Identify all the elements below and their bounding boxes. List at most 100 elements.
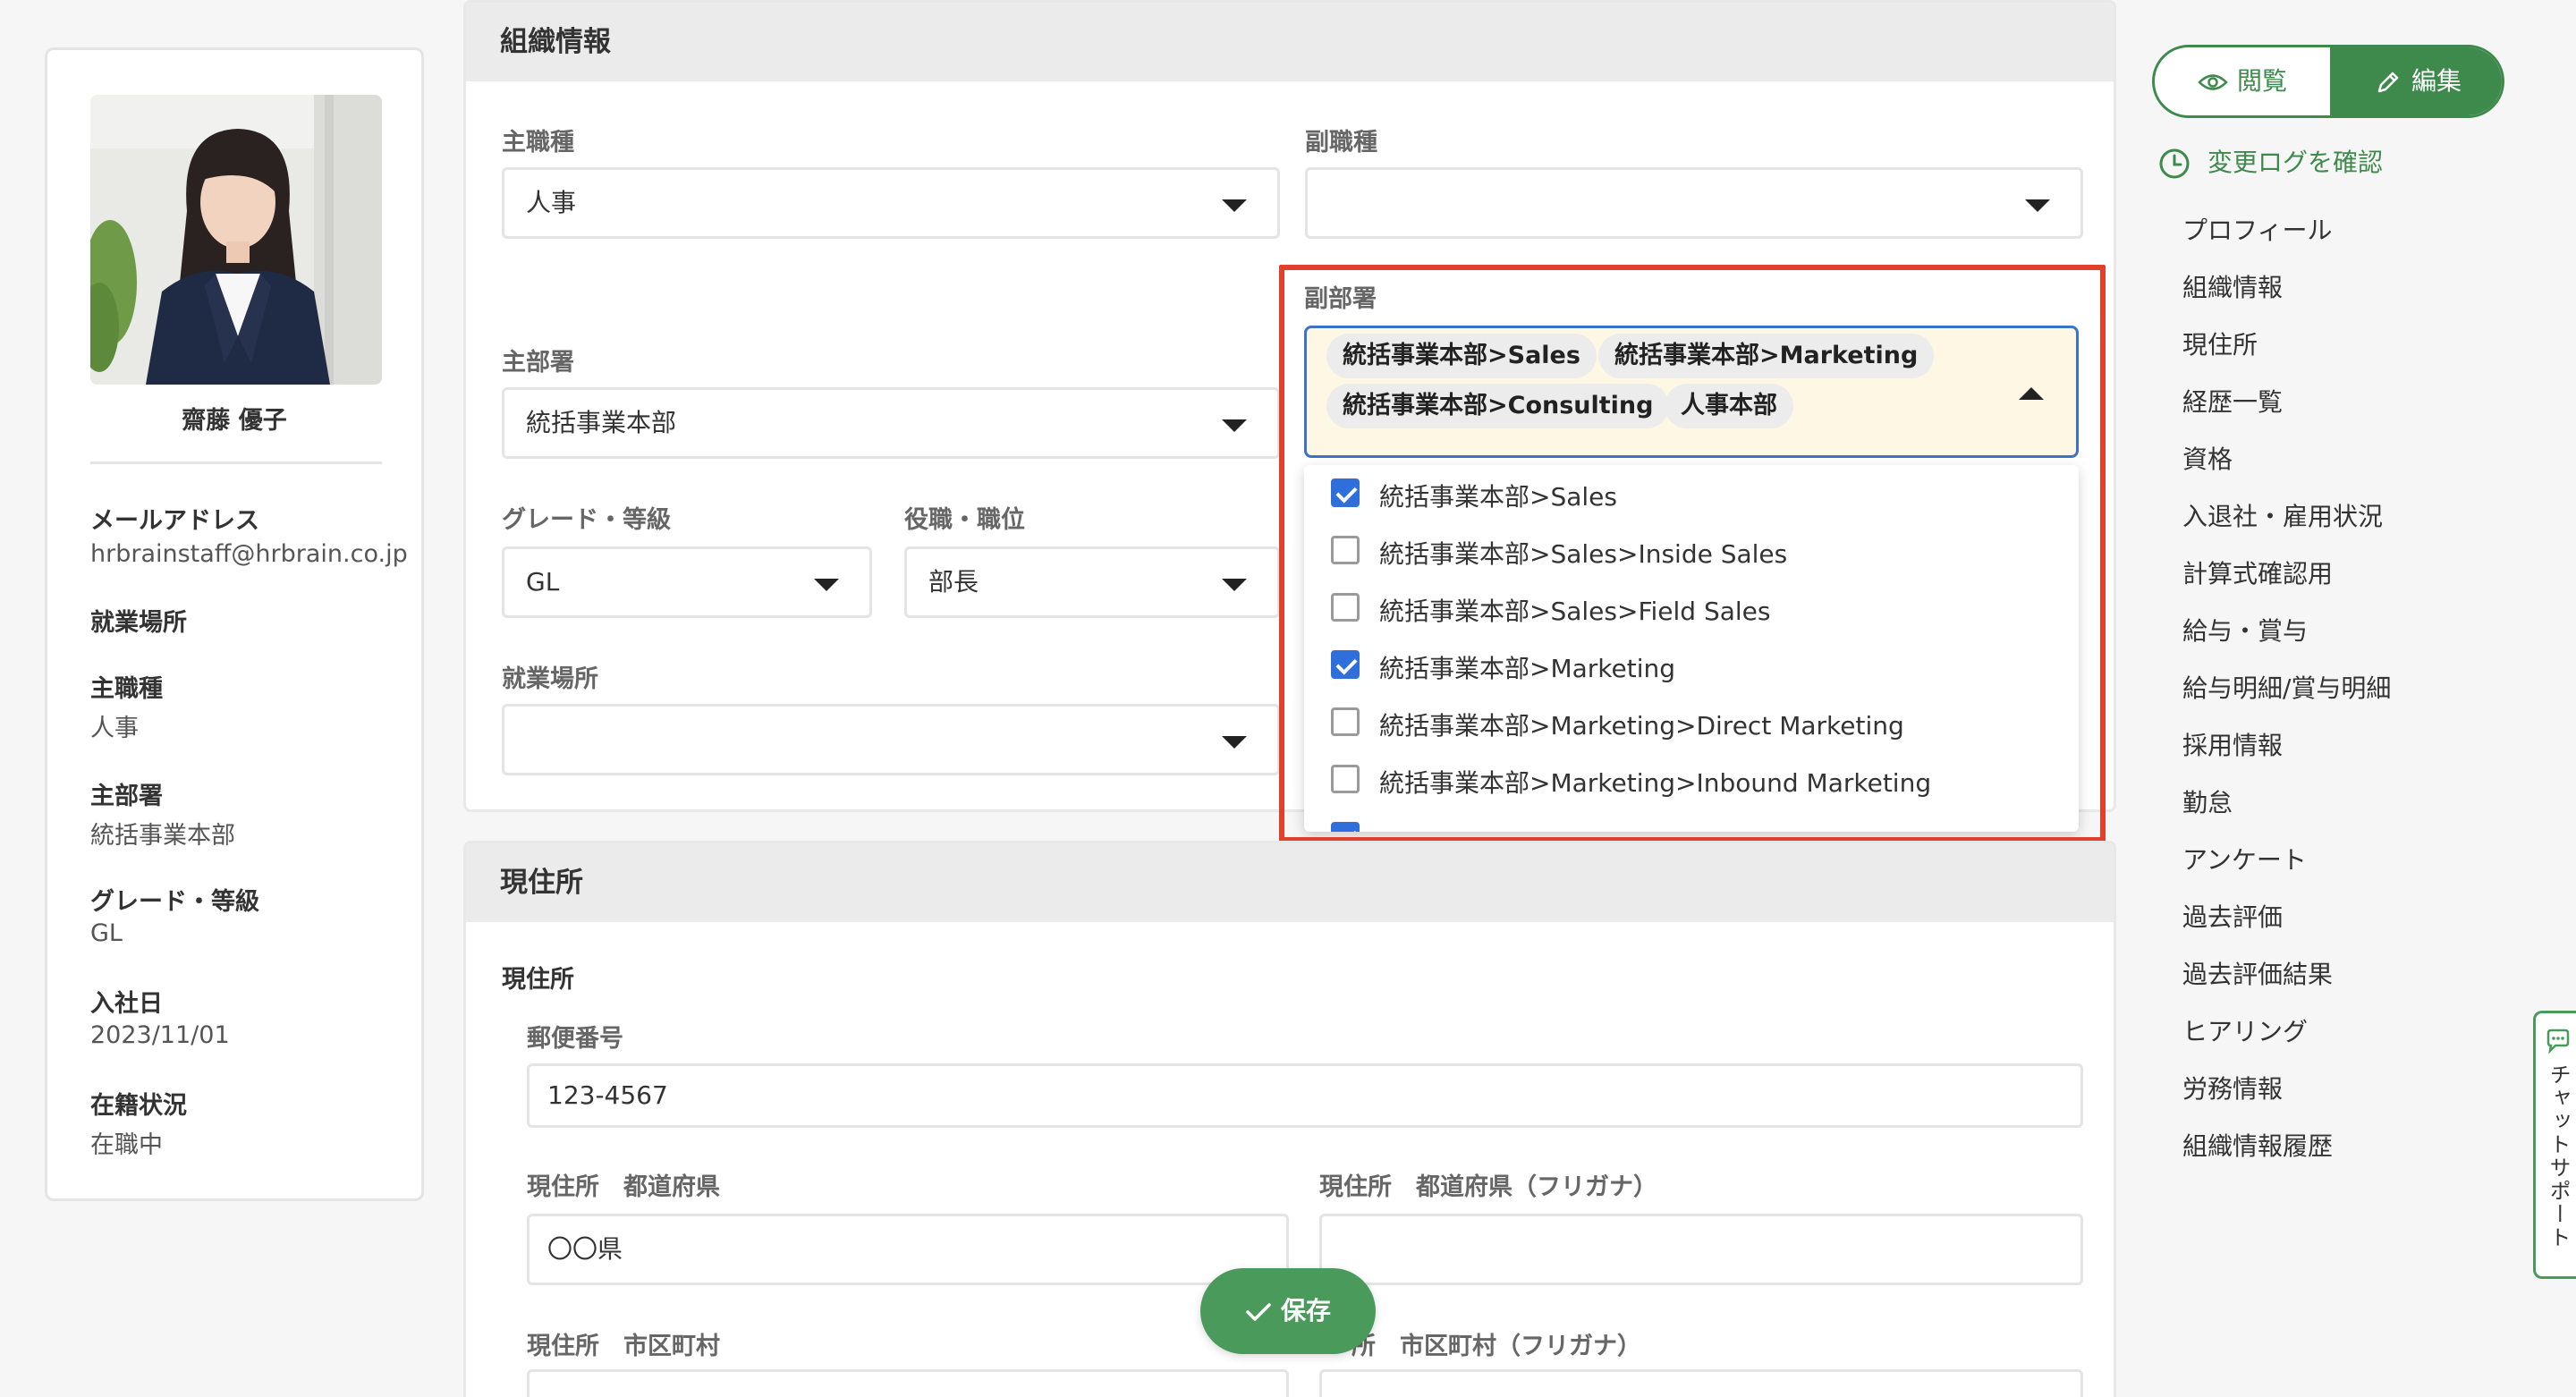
- email-label: メールアドレス: [90, 507, 259, 535]
- dropdown-option[interactable]: 統括事業本部>Sales>Inside Sales: [1304, 522, 2079, 580]
- main-job-select[interactable]: 人事: [502, 167, 1280, 239]
- grade-select[interactable]: GL: [502, 546, 872, 618]
- main-job-label: 主職種: [502, 129, 574, 157]
- changelog-link[interactable]: 変更ログを確認: [2157, 143, 2383, 181]
- checkbox-checked[interactable]: [1331, 822, 1360, 832]
- main-dept-label: 主部署: [502, 349, 574, 377]
- workplace-label: 就業場所: [502, 665, 598, 693]
- dropdown-option[interactable]: 統括事業本部>Marketing: [1304, 637, 2079, 694]
- sub-job-select[interactable]: [1305, 167, 2083, 239]
- pref-kana-input[interactable]: [1319, 1214, 2083, 1285]
- section-title: 現住所: [466, 843, 2114, 922]
- chip-sub-dept[interactable]: 統括事業本部>Marketing: [1598, 334, 1935, 378]
- nav-item-address[interactable]: 現住所: [2182, 326, 2258, 361]
- edit-button[interactable]: 編集: [2330, 47, 2502, 115]
- checkbox-checked[interactable]: [1331, 650, 1360, 679]
- nav-item-org-info[interactable]: 組織情報: [2182, 268, 2283, 304]
- nav-item-attendance[interactable]: 勤怠: [2182, 783, 2233, 819]
- nav-item-formula[interactable]: 計算式確認用: [2182, 555, 2333, 590]
- email-value: hrbrainstaff@hrbrain.co.jp: [90, 540, 408, 568]
- chevron-up-icon[interactable]: [2019, 387, 2044, 400]
- hire-date-value: 2023/11/01: [90, 1021, 230, 1049]
- clock-icon: [2159, 148, 2190, 179]
- section-title: 組織情報: [466, 3, 2114, 81]
- chat-support-tab[interactable]: チャットサポート: [2533, 1011, 2576, 1279]
- nav-item-profile[interactable]: プロフィール: [2182, 211, 2332, 247]
- pref-label: 現住所 都道府県: [527, 1173, 720, 1201]
- position-select[interactable]: 部長: [904, 546, 1280, 618]
- sub-dept-dropdown: 統括事業本部>Sales 統括事業本部>Sales>Inside Sales 統…: [1304, 465, 2079, 832]
- dropdown-option[interactable]: [1304, 809, 2079, 832]
- main-dept-select[interactable]: 統括事業本部: [502, 387, 1280, 459]
- grade-value: GL: [90, 919, 123, 947]
- option-label: 統括事業本部>Sales: [1379, 482, 1617, 512]
- workplace-select[interactable]: [502, 704, 1280, 775]
- chevron-down-icon: [1222, 579, 1247, 591]
- main-job-value: 人事: [526, 188, 577, 217]
- view-button[interactable]: 閲覧: [2155, 47, 2330, 115]
- main-dept-value: 統括事業本部: [90, 822, 235, 850]
- chevron-down-icon: [1222, 199, 1247, 212]
- nav-item-salary[interactable]: 給与・賞与: [2182, 612, 2308, 648]
- pref-kana-label: 現住所 都道府県（フリガナ）: [1319, 1173, 1657, 1201]
- nav-item-labor[interactable]: 労務情報: [2182, 1070, 2283, 1105]
- checkbox[interactable]: [1331, 707, 1360, 736]
- nav-item-survey[interactable]: アンケート: [2182, 841, 2307, 876]
- nav-item-employment[interactable]: 入退社・雇用状況: [2182, 497, 2383, 533]
- hire-date-label: 入社日: [90, 990, 163, 1018]
- pref-value: 〇〇県: [547, 1234, 623, 1264]
- postal-value: 123-4567: [547, 1080, 668, 1110]
- city-input[interactable]: [527, 1369, 1289, 1397]
- nav-item-career[interactable]: 経歴一覧: [2182, 383, 2283, 419]
- checkbox-checked[interactable]: [1331, 478, 1360, 507]
- option-label: 統括事業本部>Sales>Field Sales: [1379, 597, 1771, 626]
- sub-job-label: 副職種: [1305, 129, 1377, 157]
- dropdown-option[interactable]: 統括事業本部>Sales>Field Sales: [1304, 580, 2079, 637]
- nav-item-payslip[interactable]: 給与明細/賞与明細: [2182, 669, 2391, 705]
- chip-sub-dept[interactable]: 統括事業本部>Sales: [1326, 334, 1597, 378]
- checkbox[interactable]: [1331, 765, 1360, 793]
- eye-icon: [2198, 74, 2228, 90]
- postal-label: 郵便番号: [527, 1025, 623, 1053]
- postal-input[interactable]: 123-4567: [527, 1063, 2083, 1128]
- status-value: 在職中: [90, 1131, 163, 1159]
- pref-input[interactable]: 〇〇県: [527, 1214, 1289, 1285]
- option-label: 統括事業本部>Sales>Inside Sales: [1379, 539, 1788, 569]
- nav-item-recruitment[interactable]: 採用情報: [2182, 726, 2283, 762]
- checkbox[interactable]: [1331, 536, 1360, 564]
- nav-item-qualification[interactable]: 資格: [2182, 440, 2233, 476]
- position-value: 部長: [928, 567, 979, 597]
- chip-sub-dept[interactable]: 統括事業本部>Consulting: [1326, 384, 1670, 428]
- main-dept-label: 主部署: [90, 783, 163, 810]
- dropdown-option[interactable]: 統括事業本部>Sales: [1304, 465, 2079, 522]
- sub-dept-label: 副部署: [1304, 285, 1377, 313]
- nav-item-hearing[interactable]: ヒアリング: [2182, 1012, 2308, 1048]
- nav-item-past-evaluation-result[interactable]: 過去評価結果: [2182, 955, 2333, 991]
- grade-label: グレード・等級: [90, 888, 259, 916]
- checkbox[interactable]: [1331, 593, 1360, 622]
- divider: [90, 461, 382, 464]
- nav-item-org-history[interactable]: 組織情報履歴: [2182, 1127, 2333, 1163]
- address-subtitle: 現住所: [502, 966, 574, 994]
- main-job-value: 人事: [90, 715, 139, 742]
- city-kana-input[interactable]: [1319, 1369, 2083, 1397]
- chevron-down-icon: [2025, 199, 2050, 212]
- profile-name: 齋藤 優子: [182, 407, 287, 435]
- option-label: 統括事業本部>Marketing>Inbound Marketing: [1379, 768, 1932, 798]
- option-label: 統括事業本部>Marketing>Direct Marketing: [1379, 711, 1904, 741]
- main-dept-value: 統括事業本部: [526, 408, 677, 437]
- dropdown-option[interactable]: 統括事業本部>Marketing>Direct Marketing: [1304, 694, 2079, 751]
- main-job-label: 主職種: [90, 675, 163, 703]
- position-label: 役職・職位: [904, 506, 1025, 534]
- chip-sub-dept[interactable]: 人事本部: [1665, 384, 1793, 428]
- sub-dept-multiselect[interactable]: 統括事業本部>Sales 統括事業本部>Marketing 統括事業本部>Con…: [1304, 326, 2079, 458]
- chevron-down-icon: [814, 579, 839, 591]
- save-label: 保存: [1280, 1296, 1331, 1325]
- nav-item-past-evaluation[interactable]: 過去評価: [2182, 898, 2283, 934]
- option-label: 統括事業本部>Marketing: [1379, 654, 1676, 683]
- save-button[interactable]: 保存: [1200, 1268, 1376, 1354]
- grade-value: GL: [526, 567, 560, 597]
- status-label: 在籍状況: [90, 1092, 187, 1120]
- dropdown-option[interactable]: 統括事業本部>Marketing>Inbound Marketing: [1304, 751, 2079, 809]
- chevron-down-icon: [1222, 736, 1247, 749]
